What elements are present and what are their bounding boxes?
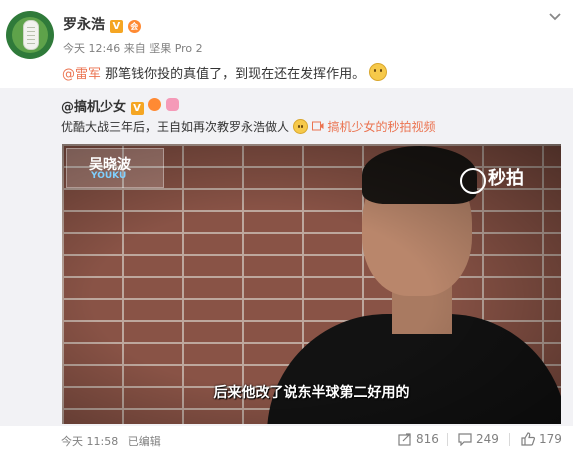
- heart-badge-icon: [165, 98, 179, 111]
- post-body: 那笔钱你投的真值了，到现在还在发挥作用。: [101, 67, 366, 82]
- chevron-down-icon[interactable]: [547, 9, 563, 25]
- miaopai-icon: [460, 168, 486, 194]
- divider: [509, 433, 510, 446]
- verified-icon: V: [130, 102, 144, 115]
- post-meta: 今天 12:46 来自 坚果 Pro 2: [63, 40, 203, 56]
- share-count: 816: [416, 432, 439, 446]
- repost-author-line: @搞机少女 V: [61, 96, 179, 115]
- post-time[interactable]: 今天 12:46: [63, 42, 120, 55]
- post-source[interactable]: 坚果 Pro 2: [149, 42, 202, 55]
- thumbs-up-icon: [521, 432, 536, 446]
- comment-icon: [458, 433, 472, 447]
- show-logo-sub: YOUKU: [91, 171, 127, 181]
- share-icon: [398, 433, 411, 446]
- video-player[interactable]: 吴晓波 YOUKU 秒拍 后来他改了说东半球第二好用的: [62, 144, 561, 424]
- member-icon: [148, 98, 162, 111]
- like-button[interactable]: 179: [521, 432, 562, 446]
- laugh-cry-emoji-icon: [292, 119, 308, 134]
- repost-time[interactable]: 今天 11:58: [61, 435, 118, 448]
- avatar[interactable]: [6, 11, 54, 59]
- source-prefix: 来自: [123, 42, 146, 55]
- poster-header: 罗永浩 V 会: [63, 14, 141, 34]
- edited-label: 已编辑: [127, 435, 161, 448]
- video-subtitle: 后来他改了说东半球第二好用的: [213, 385, 410, 401]
- verified-icon: V: [109, 20, 123, 33]
- smile-emoji-icon: [369, 63, 388, 81]
- poster-name[interactable]: 罗永浩: [63, 17, 105, 33]
- like-count: 179: [539, 432, 562, 446]
- video-icon: [311, 121, 324, 131]
- divider: [447, 433, 448, 446]
- video-link-label: 搞机少女的秒拍视频: [327, 120, 436, 134]
- mention-link[interactable]: @雷军: [62, 67, 101, 82]
- repost-text-line: 优酷大战三年后，王自如再次教罗永浩做人 搞机少女的秒拍视频: [61, 118, 436, 135]
- video-link[interactable]: 搞机少女的秒拍视频: [311, 120, 436, 134]
- member-icon: 会: [127, 20, 141, 33]
- miaopai-watermark: 秒拍: [488, 168, 524, 189]
- show-logo: 吴晓波 YOUKU: [66, 148, 164, 188]
- repost-text: 优酷大战三年后，王自如再次教罗永浩做人: [61, 120, 290, 134]
- comment-button[interactable]: 249: [458, 432, 499, 447]
- comment-count: 249: [476, 432, 499, 446]
- repost-author[interactable]: @搞机少女: [61, 100, 126, 115]
- footer-meta: 今天 11:58 已编辑: [61, 433, 161, 449]
- share-button[interactable]: 816: [398, 432, 439, 446]
- post-text: @雷军 那笔钱你投的真值了，到现在还在发挥作用。: [62, 63, 388, 82]
